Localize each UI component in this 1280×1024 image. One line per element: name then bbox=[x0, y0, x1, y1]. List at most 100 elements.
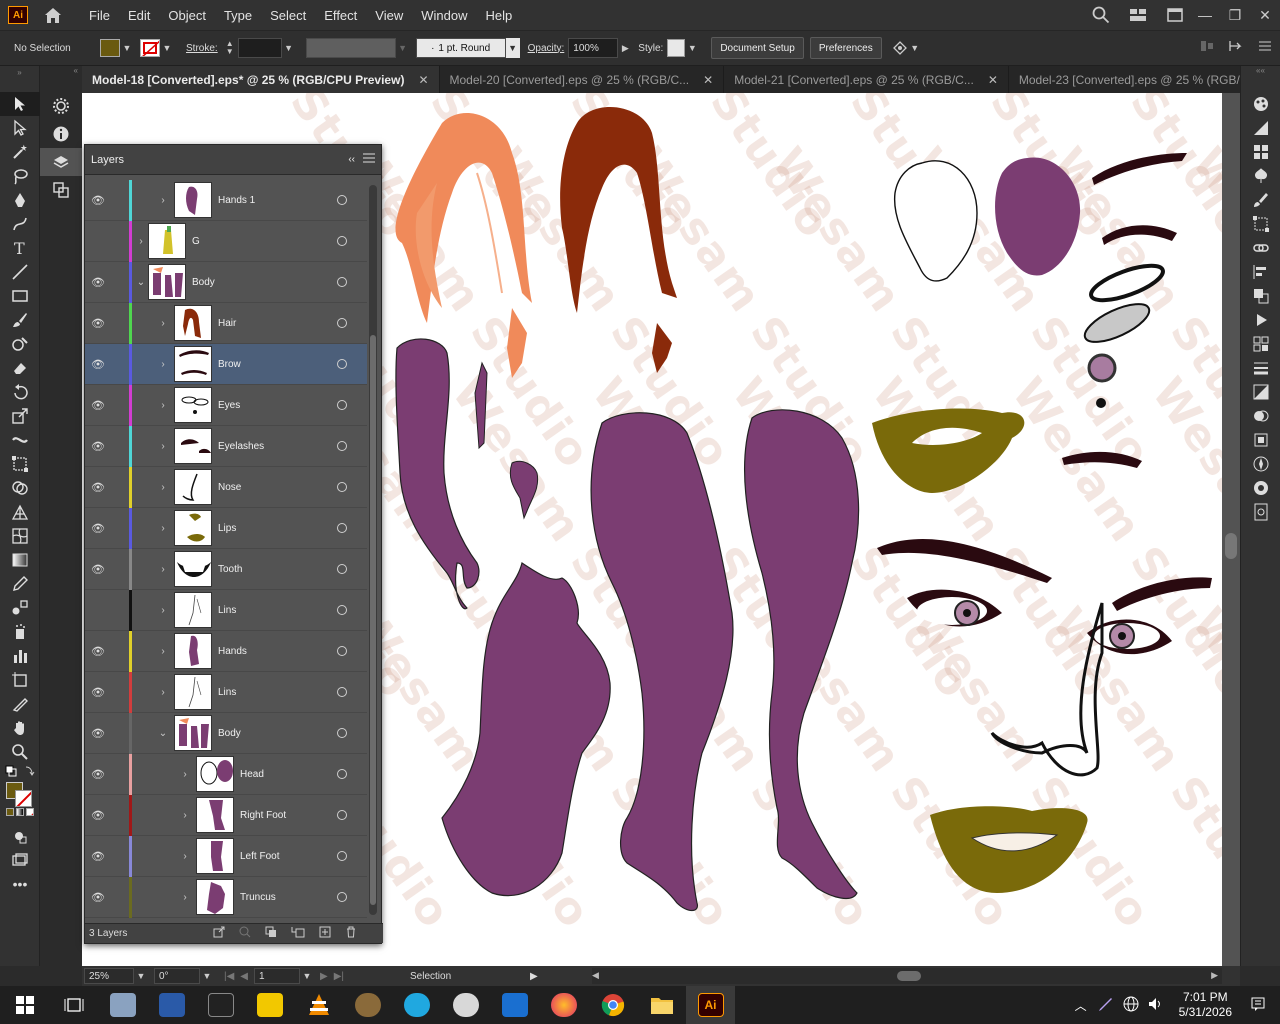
pathfinder-panel-icon[interactable] bbox=[1241, 284, 1280, 308]
layer-row[interactable]: 👁 › Head bbox=[85, 753, 367, 795]
scrollbar-thumb[interactable] bbox=[1225, 533, 1237, 559]
selection-tool-icon[interactable] bbox=[0, 92, 40, 116]
layer-target-icon[interactable] bbox=[337, 810, 347, 820]
layer-name[interactable]: Body bbox=[192, 277, 337, 288]
layers-panel-icon[interactable] bbox=[40, 148, 82, 176]
vlc-icon[interactable] bbox=[294, 986, 343, 1024]
align-panel-icon[interactable] bbox=[1241, 260, 1280, 284]
layer-name[interactable]: Eyes bbox=[218, 400, 337, 411]
file-explorer-icon[interactable] bbox=[637, 986, 686, 1024]
media-player-icon[interactable] bbox=[245, 986, 294, 1024]
chevron-down-icon[interactable]: ▼ bbox=[134, 967, 148, 985]
illustrator-taskbar-icon[interactable]: Ai bbox=[686, 986, 735, 1024]
chevron-right-icon[interactable]: › bbox=[156, 564, 170, 575]
tab-model-20[interactable]: Model-20 [Converted].eps @ 25 % (RGB/C..… bbox=[440, 66, 725, 93]
layer-row[interactable]: 👁 › Eyes bbox=[85, 384, 367, 426]
vertical-scrollbar[interactable] bbox=[1222, 93, 1240, 966]
scale-tool-icon[interactable] bbox=[0, 404, 40, 428]
layer-target-icon[interactable] bbox=[337, 482, 347, 492]
menu-effect[interactable]: Effect bbox=[315, 8, 366, 23]
eye-icon[interactable]: 👁 bbox=[85, 768, 111, 781]
export-icon[interactable] bbox=[213, 926, 225, 941]
transform-panel-icon[interactable] bbox=[1241, 212, 1280, 236]
stroke-weight-input[interactable] bbox=[237, 38, 282, 58]
layer-name[interactable]: Eyelashes bbox=[218, 441, 337, 452]
preferences-button[interactable]: Preferences bbox=[809, 37, 882, 59]
chevron-right-icon[interactable]: › bbox=[156, 482, 170, 493]
chevron-down-icon[interactable]: ▼ bbox=[685, 39, 699, 57]
layer-name[interactable]: Lins bbox=[218, 605, 337, 616]
layer-row[interactable]: 👁 › Brow bbox=[85, 343, 367, 385]
document-info-panel-icon[interactable] bbox=[1241, 500, 1280, 524]
scroll-left-icon[interactable]: ◀ bbox=[592, 970, 599, 981]
layer-row[interactable]: 👁 ⌄ Body bbox=[85, 712, 367, 754]
eye-icon[interactable]: 👁 bbox=[85, 522, 111, 535]
layer-target-icon[interactable] bbox=[337, 892, 347, 902]
layer-name[interactable]: Lips bbox=[218, 523, 337, 534]
panel-menu-icon[interactable] bbox=[363, 153, 375, 166]
eye-icon[interactable]: 👁 bbox=[85, 399, 111, 412]
layer-row[interactable]: 👁 › Nose bbox=[85, 466, 367, 508]
info-panel-icon[interactable] bbox=[40, 120, 82, 148]
eye-icon[interactable]: 👁 bbox=[85, 645, 111, 658]
locate-object-icon[interactable] bbox=[239, 926, 251, 941]
windows-start-icon[interactable] bbox=[0, 986, 49, 1024]
layer-row[interactable]: 👁 › Tooth bbox=[85, 548, 367, 590]
collapse-dock-icon[interactable]: « bbox=[40, 66, 82, 92]
scroll-right-icon[interactable]: ▶ bbox=[1211, 970, 1218, 981]
previous-artboard-icon[interactable]: ◀ bbox=[240, 971, 248, 982]
chevron-down-icon[interactable]: ▼ bbox=[505, 38, 520, 58]
chevron-right-icon[interactable]: › bbox=[156, 687, 170, 698]
firefox-icon[interactable] bbox=[539, 986, 588, 1024]
eyedropper-tool-icon[interactable] bbox=[0, 572, 40, 596]
layer-target-icon[interactable] bbox=[337, 605, 347, 615]
actions-panel-icon[interactable] bbox=[1241, 308, 1280, 332]
chevron-down-icon[interactable]: ▼ bbox=[396, 39, 410, 57]
layer-target-icon[interactable] bbox=[337, 851, 347, 861]
navigator-panel-icon[interactable] bbox=[1241, 452, 1280, 476]
layer-target-icon[interactable] bbox=[337, 564, 347, 574]
gradient-tool-icon[interactable] bbox=[0, 548, 40, 572]
shape-builder-tool-icon[interactable] bbox=[0, 476, 40, 500]
recolor-icon[interactable] bbox=[892, 40, 908, 56]
layer-row[interactable]: 👁 › Hands bbox=[85, 630, 367, 672]
layer-name[interactable]: Hands 1 bbox=[218, 195, 337, 206]
color-guide-icon[interactable] bbox=[1241, 92, 1280, 116]
chevron-right-icon[interactable]: › bbox=[178, 851, 192, 862]
column-graph-tool-icon[interactable] bbox=[0, 644, 40, 668]
menu-file[interactable]: File bbox=[80, 8, 119, 23]
chevron-right-icon[interactable]: › bbox=[156, 400, 170, 411]
layer-target-icon[interactable] bbox=[337, 400, 347, 410]
create-sublayer-icon[interactable] bbox=[291, 926, 305, 941]
opacity-label[interactable]: Opacity: bbox=[528, 43, 565, 54]
layer-target-icon[interactable] bbox=[337, 195, 347, 205]
layer-target-icon[interactable] bbox=[337, 646, 347, 656]
eraser-tool-icon[interactable] bbox=[0, 356, 40, 380]
stroke-label[interactable]: Stroke: bbox=[186, 43, 218, 54]
network-icon[interactable] bbox=[1123, 996, 1139, 1015]
layer-name[interactable]: Brow bbox=[218, 359, 337, 370]
home-icon[interactable] bbox=[42, 5, 64, 25]
swatches-panel-icon[interactable] bbox=[1241, 140, 1280, 164]
chevron-down-icon[interactable]: ⌄ bbox=[156, 728, 170, 739]
menu-select[interactable]: Select bbox=[261, 8, 315, 23]
layer-name[interactable]: Right Foot bbox=[240, 810, 337, 821]
chevron-down-icon[interactable]: ▼ bbox=[300, 967, 314, 985]
color-panel-icon[interactable] bbox=[1241, 476, 1280, 500]
chevron-down-icon[interactable]: ▼ bbox=[120, 39, 134, 57]
zoom-tool-icon[interactable] bbox=[0, 740, 40, 764]
chevron-right-icon[interactable]: › bbox=[156, 523, 170, 534]
first-artboard-icon[interactable]: |◀ bbox=[224, 971, 234, 982]
perspective-grid-tool-icon[interactable] bbox=[0, 500, 40, 524]
menu-view[interactable]: View bbox=[366, 8, 412, 23]
artboards-panel-icon[interactable] bbox=[1241, 332, 1280, 356]
mesh-tool-icon[interactable] bbox=[0, 524, 40, 548]
chevron-right-icon[interactable]: › bbox=[156, 646, 170, 657]
make-clipping-mask-icon[interactable] bbox=[265, 926, 277, 941]
magic-wand-tool-icon[interactable] bbox=[0, 140, 40, 164]
fill-stroke-swatches[interactable] bbox=[0, 778, 39, 808]
eye-icon[interactable]: 👁 bbox=[85, 358, 111, 371]
eye-icon[interactable]: 👁 bbox=[85, 276, 111, 289]
photos-app-icon[interactable] bbox=[98, 986, 147, 1024]
layers-scroll-thumb[interactable] bbox=[370, 335, 376, 905]
